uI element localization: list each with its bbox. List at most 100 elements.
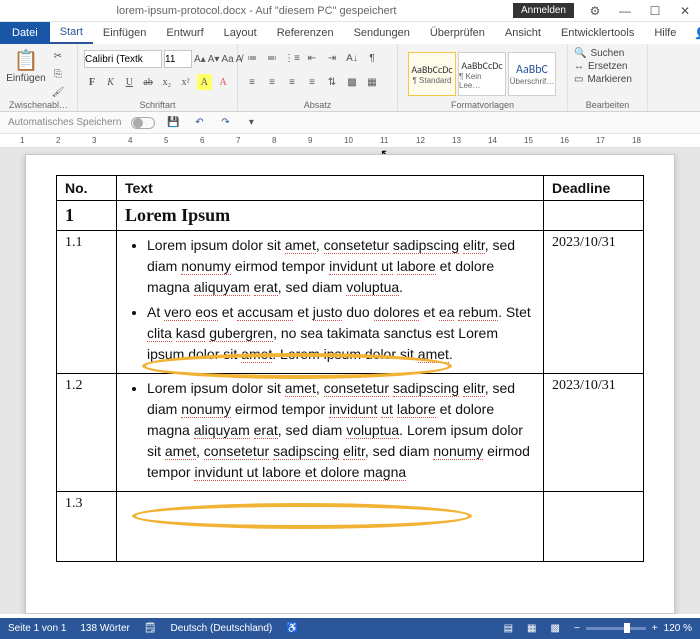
spellcheck-icon[interactable]: 🗒 xyxy=(144,623,157,634)
find-button[interactable]: 🔍Suchen xyxy=(574,48,641,59)
show-marks-button[interactable]: ¶ xyxy=(364,50,380,66)
document-area[interactable]: ↖ No. Text Deadline 1 Lorem Ipsum 1.1 Lo… xyxy=(0,148,700,614)
signin-prompt[interactable]: 👤 Sie wünsc xyxy=(686,22,700,44)
replace-button[interactable]: ↔Ersetzen xyxy=(574,61,641,72)
table-row[interactable]: 1.3 xyxy=(57,492,644,562)
italic-button[interactable]: K xyxy=(103,74,119,90)
tab-mailings[interactable]: Sendungen xyxy=(344,22,420,44)
numbering-button[interactable]: ≕ xyxy=(264,50,280,66)
style-no-spacing[interactable]: AaBbCcDc ¶ Kein Lee… xyxy=(458,52,506,96)
copy-icon[interactable]: ⎘ xyxy=(50,66,66,82)
style-heading1[interactable]: AaBbC Überschrif… xyxy=(508,52,556,96)
font-name-input[interactable] xyxy=(84,50,162,68)
cell-deadline[interactable]: 2023/10/31 xyxy=(544,374,644,492)
grow-font-icon[interactable]: A▴ xyxy=(194,51,206,67)
bold-button[interactable]: F xyxy=(84,74,100,90)
borders-button[interactable]: ▦ xyxy=(364,74,380,90)
save-icon[interactable]: 💾 xyxy=(165,115,181,131)
cell-no[interactable]: 1.2 xyxy=(57,374,117,492)
view-print-icon[interactable]: ▦ xyxy=(527,623,536,634)
document-table[interactable]: No. Text Deadline 1 Lorem Ipsum 1.1 Lore… xyxy=(56,175,644,562)
select-button[interactable]: ▭Markieren xyxy=(574,74,641,85)
zoom-slider[interactable] xyxy=(586,627,646,630)
cut-icon[interactable]: ✂ xyxy=(50,48,66,64)
close-icon[interactable]: ✕ xyxy=(670,0,700,22)
user-icon: 👤 xyxy=(694,27,700,40)
shading-button[interactable]: ▩ xyxy=(344,74,360,90)
view-read-icon[interactable]: ▤ xyxy=(504,623,513,634)
cell-text[interactable]: Lorem ipsum dolor sit amet, consetetur s… xyxy=(117,374,544,492)
status-language[interactable]: Deutsch (Deutschland) xyxy=(171,623,273,634)
accessibility-icon[interactable]: ♿ xyxy=(286,623,298,634)
cell-deadline[interactable] xyxy=(544,201,644,231)
table-row[interactable]: 1.1 Lorem ipsum dolor sit amet, consetet… xyxy=(57,231,644,374)
tab-insert[interactable]: Einfügen xyxy=(93,22,156,44)
tab-view[interactable]: Ansicht xyxy=(495,22,551,44)
shrink-font-icon[interactable]: A▾ xyxy=(208,51,220,67)
zoom-value[interactable]: 120 % xyxy=(664,623,692,634)
zoom-in-icon[interactable]: + xyxy=(652,623,658,634)
tab-file[interactable]: Datei xyxy=(0,22,50,44)
tab-start[interactable]: Start xyxy=(50,22,93,44)
cell-deadline[interactable] xyxy=(544,492,644,562)
undo-icon[interactable]: ↶ xyxy=(191,115,207,131)
justify-button[interactable]: ≡ xyxy=(304,74,320,90)
zoom-out-icon[interactable]: − xyxy=(574,623,580,634)
cell-text[interactable] xyxy=(117,492,544,562)
cell-deadline[interactable]: 2023/10/31 xyxy=(544,231,644,374)
outdent-button[interactable]: ⇤ xyxy=(304,50,320,66)
window-menu-icon[interactable]: ⚙ xyxy=(580,0,610,22)
ruler-tick: 14 xyxy=(488,136,497,145)
sort-button[interactable]: A↓ xyxy=(344,50,360,66)
bullets-button[interactable]: ≔ xyxy=(244,50,260,66)
qat-customize-icon[interactable]: ▾ xyxy=(243,115,259,131)
minimize-icon[interactable]: — xyxy=(610,0,640,22)
highlight-button[interactable]: A xyxy=(197,74,213,90)
tab-design[interactable]: Entwurf xyxy=(156,22,213,44)
col-deadline: Deadline xyxy=(544,176,644,201)
table-row[interactable]: 1 Lorem Ipsum xyxy=(57,201,644,231)
cell-no[interactable]: 1.1 xyxy=(57,231,117,374)
strike-button[interactable]: ab xyxy=(140,74,156,90)
list-item[interactable]: Lorem ipsum dolor sit amet, consetetur s… xyxy=(147,378,535,483)
paste-button[interactable]: 📋 Einfügen xyxy=(6,48,46,100)
cell-heading[interactable]: Lorem Ipsum xyxy=(117,201,544,231)
font-color-button[interactable]: A xyxy=(215,74,231,90)
subscript-button[interactable]: x₂ xyxy=(159,74,175,90)
zoom-control[interactable]: − + 120 % xyxy=(574,623,692,634)
view-web-icon[interactable]: ▩ xyxy=(551,623,560,634)
status-page[interactable]: Seite 1 von 1 xyxy=(8,623,66,634)
style-preview: AaBbCcDc xyxy=(411,63,452,76)
group-editing: 🔍Suchen ↔Ersetzen ▭Markieren Bearbeiten xyxy=(568,44,648,111)
superscript-button[interactable]: x² xyxy=(178,74,194,90)
tab-help[interactable]: Hilfe xyxy=(644,22,686,44)
multilevel-button[interactable]: ⋮≡ xyxy=(284,50,300,66)
list-item[interactable]: At vero eos et accusam et justo duo dolo… xyxy=(147,302,535,365)
tab-review[interactable]: Überprüfen xyxy=(420,22,495,44)
cell-no[interactable]: 1.3 xyxy=(57,492,117,562)
list-item[interactable]: Lorem ipsum dolor sit amet, consetetur s… xyxy=(147,235,535,298)
tab-layout[interactable]: Layout xyxy=(214,22,267,44)
underline-button[interactable]: U xyxy=(122,74,138,90)
autosave-toggle[interactable] xyxy=(131,117,155,129)
cell-text[interactable]: Lorem ipsum dolor sit amet, consetetur s… xyxy=(117,231,544,374)
align-center-button[interactable]: ≡ xyxy=(264,74,280,90)
align-right-button[interactable]: ≡ xyxy=(284,74,300,90)
status-words[interactable]: 138 Wörter xyxy=(80,623,129,634)
change-case-icon[interactable]: Aa xyxy=(221,51,233,67)
cell-no[interactable]: 1 xyxy=(57,201,117,231)
login-badge[interactable]: Anmelden xyxy=(513,3,574,18)
font-size-input[interactable] xyxy=(164,50,192,68)
align-left-button[interactable]: ≡ xyxy=(244,74,260,90)
line-spacing-button[interactable]: ⇅ xyxy=(324,74,340,90)
tab-references[interactable]: Referenzen xyxy=(267,22,344,44)
format-painter-icon[interactable]: 🖌 xyxy=(50,84,66,100)
tab-developer[interactable]: Entwicklertools xyxy=(551,22,644,44)
page[interactable]: No. Text Deadline 1 Lorem Ipsum 1.1 Lore… xyxy=(25,154,675,614)
indent-button[interactable]: ⇥ xyxy=(324,50,340,66)
table-row[interactable]: 1.2 Lorem ipsum dolor sit amet, consetet… xyxy=(57,374,644,492)
redo-icon[interactable]: ↷ xyxy=(217,115,233,131)
horizontal-ruler[interactable]: 123456789101112131415161718 xyxy=(0,134,700,148)
maximize-icon[interactable]: ☐ xyxy=(640,0,670,22)
style-standard[interactable]: AaBbCcDc ¶ Standard xyxy=(408,52,456,96)
